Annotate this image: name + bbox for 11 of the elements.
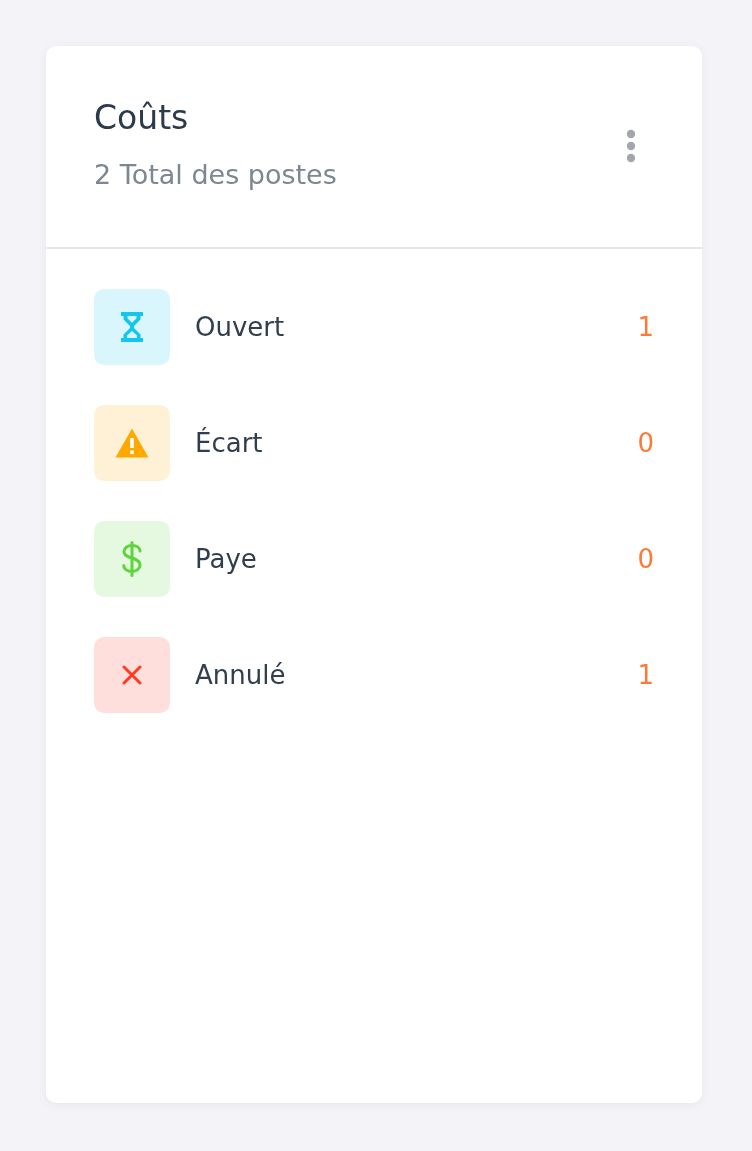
status-label: Ouvert bbox=[195, 311, 286, 343]
card-subtitle: 2 Total des postes bbox=[94, 158, 338, 192]
status-label: Écart bbox=[195, 427, 264, 459]
status-count: 0 bbox=[637, 543, 654, 575]
status-label: Paye bbox=[195, 543, 258, 575]
more-options-icon[interactable] bbox=[626, 129, 636, 163]
card-title: Coûts bbox=[94, 100, 190, 136]
status-count: 1 bbox=[637, 311, 654, 343]
status-label: Annulé bbox=[195, 659, 287, 691]
status-count: 0 bbox=[637, 427, 654, 459]
status-count: 1 bbox=[637, 659, 654, 691]
